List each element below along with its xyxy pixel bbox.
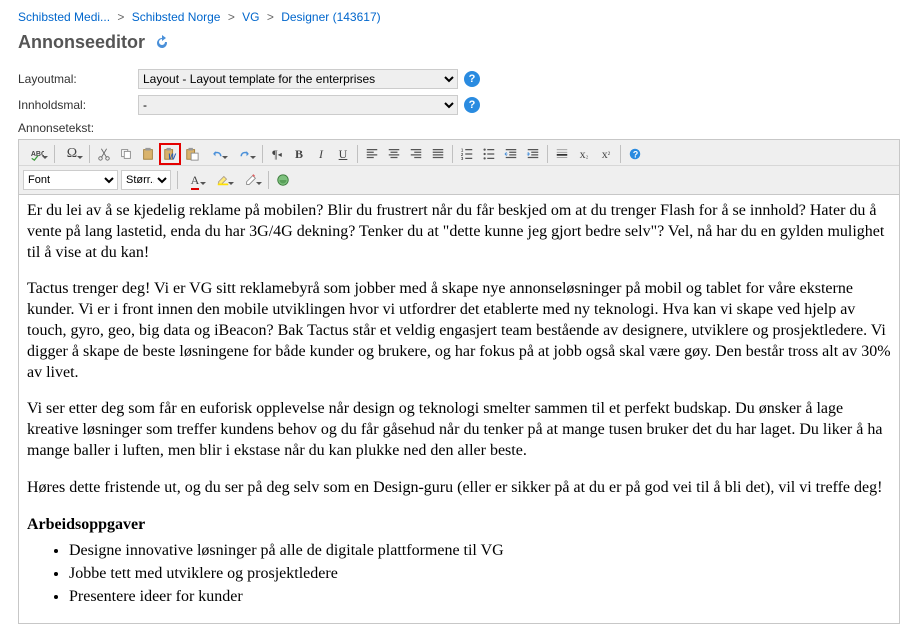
hr-button[interactable]	[551, 143, 573, 165]
italic-button[interactable]: I	[310, 143, 332, 165]
content-template-select[interactable]: -	[138, 95, 458, 115]
editor-content-area[interactable]: Er du lei av å se kjedelig reklame på mo…	[19, 195, 899, 623]
font-color-button[interactable]: A	[181, 169, 209, 191]
rich-text-editor: ABC Ω W	[18, 139, 900, 624]
spellcheck-button[interactable]: ABC	[23, 143, 51, 165]
content-template-label: Innholdsmal:	[18, 98, 138, 112]
list-item: Presentere ideer for kunder	[69, 587, 891, 608]
crumb-0[interactable]: Schibsted Medi...	[18, 10, 110, 24]
layout-template-select[interactable]: Layout - Layout template for the enterpr…	[138, 69, 458, 89]
help-icon[interactable]: ?	[464, 97, 480, 113]
undo-button[interactable]	[203, 143, 231, 165]
paste-plain-button[interactable]	[181, 143, 203, 165]
crumb-3[interactable]: Designer (143617)	[281, 10, 380, 24]
superscript-button[interactable]: x²	[595, 143, 617, 165]
cut-button[interactable]	[93, 143, 115, 165]
tasks-heading: Arbeidsoppgaver	[27, 515, 891, 536]
subscript-button[interactable]: x₂	[573, 143, 595, 165]
unordered-list-button[interactable]	[478, 143, 500, 165]
outdent-button[interactable]	[500, 143, 522, 165]
paste-from-word-button[interactable]: W	[159, 143, 181, 165]
editor-paragraph: Tactus trenger deg! Vi er VG sitt reklam…	[27, 279, 891, 383]
align-justify-button[interactable]	[427, 143, 449, 165]
highlight-color-button[interactable]	[209, 169, 237, 191]
redo-button[interactable]	[231, 143, 259, 165]
font-family-select[interactable]: Font	[23, 170, 118, 190]
align-center-button[interactable]	[383, 143, 405, 165]
bold-button[interactable]: B	[288, 143, 310, 165]
ad-text-label: Annonsetekst:	[18, 121, 138, 135]
align-right-button[interactable]	[405, 143, 427, 165]
editor-paragraph: Vi ser etter deg som får en euforisk opp…	[27, 399, 891, 461]
clear-formatting-button[interactable]	[237, 169, 265, 191]
list-item: Designe innovative løsninger på alle de …	[69, 541, 891, 562]
insert-image-button[interactable]	[272, 169, 294, 191]
editor-paragraph: Er du lei av å se kjedelig reklame på mo…	[27, 201, 891, 263]
page-title: Annonseeditor	[18, 32, 901, 53]
svg-text:?: ?	[633, 150, 638, 160]
editor-help-button[interactable]: ?	[624, 143, 646, 165]
paragraph-button[interactable]: ¶◂	[266, 143, 288, 165]
align-left-button[interactable]	[361, 143, 383, 165]
refresh-icon[interactable]	[154, 35, 170, 51]
copy-button[interactable]	[115, 143, 137, 165]
svg-text:W: W	[168, 152, 176, 161]
paste-button[interactable]	[137, 143, 159, 165]
underline-button[interactable]: U	[332, 143, 354, 165]
indent-button[interactable]	[522, 143, 544, 165]
list-item: Jobbe tett med utviklere og prosjektlede…	[69, 564, 891, 585]
ordered-list-button[interactable]: 123	[456, 143, 478, 165]
breadcrumb: Schibsted Medi... > Schibsted Norge > VG…	[18, 6, 901, 28]
editor-toolbar-row-1: ABC Ω W	[19, 140, 899, 166]
layout-template-label: Layoutmal:	[18, 72, 138, 86]
editor-toolbar-row-2: Font Størr... A	[19, 166, 899, 195]
special-char-button[interactable]: Ω	[58, 143, 86, 165]
help-icon[interactable]: ?	[464, 71, 480, 87]
tasks-list: Designe innovative løsninger på alle de …	[27, 541, 891, 607]
crumb-2[interactable]: VG	[242, 10, 259, 24]
editor-paragraph: Høres dette fristende ut, og du ser på d…	[27, 478, 891, 499]
font-size-select[interactable]: Størr...	[121, 170, 171, 190]
crumb-1[interactable]: Schibsted Norge	[132, 10, 221, 24]
svg-text:3: 3	[461, 156, 464, 161]
